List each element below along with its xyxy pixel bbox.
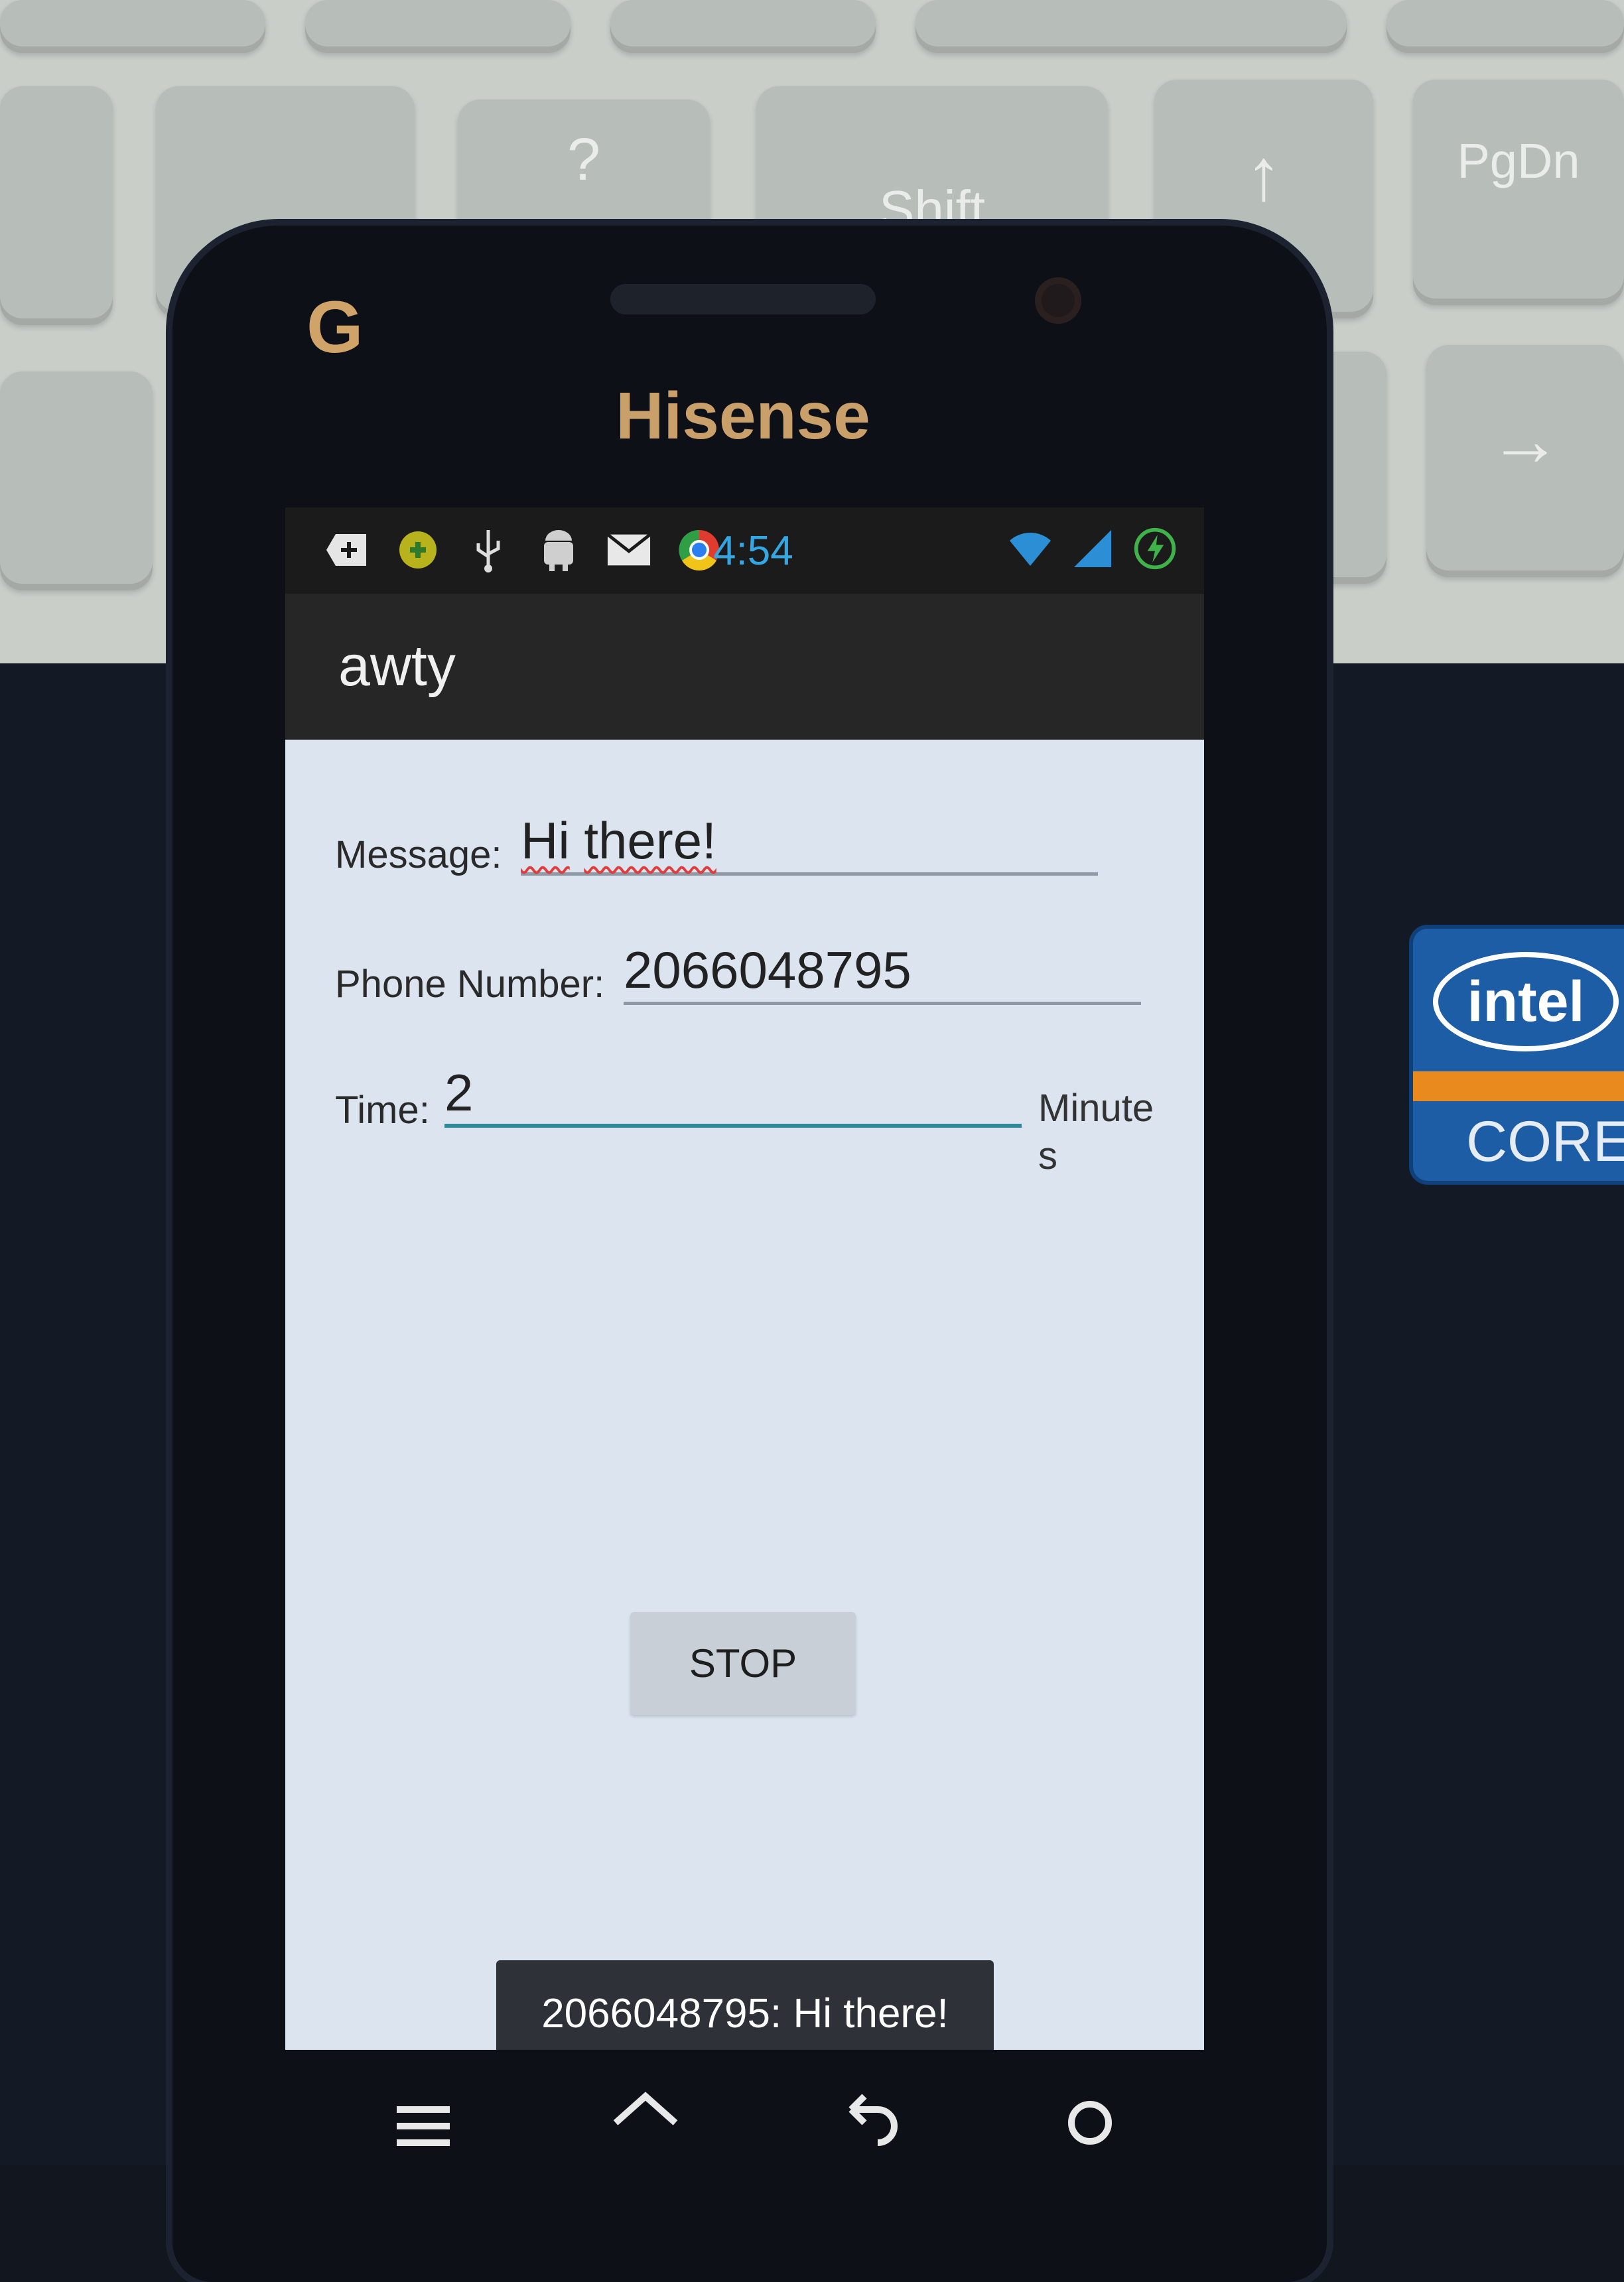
status-bar: 4:54: [285, 507, 1204, 594]
back-icon[interactable]: [831, 2083, 904, 2156]
carrier-logo: G: [306, 287, 364, 368]
front-camera: [1035, 277, 1081, 324]
message-word: there!: [584, 811, 716, 870]
keyboard-key: [915, 0, 1347, 53]
phone-brand: Hisense: [616, 379, 870, 453]
keyboard-key: [1387, 0, 1624, 53]
email-icon: [606, 527, 651, 572]
keyboard-key: [305, 0, 571, 53]
notification-icons: [325, 527, 722, 572]
keyboard-key-right: →: [1426, 345, 1624, 577]
toast-message: 2066048795: Hi there!: [496, 1960, 994, 2050]
badge-product: CORE: [1466, 1110, 1624, 1174]
phone-number-input[interactable]: 2066048795: [624, 932, 1141, 1005]
message-input[interactable]: Hi there!: [521, 803, 1098, 876]
navigation-buttons: [312, 2083, 1201, 2165]
home-icon[interactable]: [609, 2083, 682, 2156]
action-bar: awty: [285, 594, 1204, 740]
stop-button[interactable]: STOP: [630, 1612, 856, 1715]
system-icons: [1008, 526, 1178, 571]
battery-charging-icon: [1132, 526, 1178, 571]
time-label: Time:: [335, 1089, 430, 1132]
time-units-label: Minutes: [1038, 1087, 1154, 1177]
usb-icon: [466, 527, 511, 572]
signal-icon: [1070, 526, 1115, 571]
intel-logo: intel: [1433, 952, 1619, 1051]
wifi-icon: [1008, 526, 1053, 571]
app-notification-icon: [395, 527, 440, 572]
intel-badge: intel CORE: [1413, 929, 1624, 1181]
app-title: awty: [338, 634, 456, 698]
keyboard-key: [0, 0, 265, 53]
menu-icon[interactable]: [387, 2083, 460, 2156]
phone-number-label: Phone Number:: [335, 963, 605, 1006]
keyboard-key: [0, 86, 113, 325]
phone-earpiece: [610, 284, 876, 314]
android-debug-icon: [536, 527, 581, 572]
keyboard-key: [610, 0, 876, 53]
message-label: Message:: [335, 833, 502, 876]
add-notification-icon: [325, 527, 370, 572]
time-input[interactable]: 2: [444, 1055, 1022, 1128]
keyboard-key-pgdn: PgDn: [1413, 80, 1624, 305]
message-word: Hi: [521, 811, 570, 870]
search-icon[interactable]: [1053, 2083, 1126, 2156]
phone-screen: 4:54 awty Message: Hi there! Phone Numbe…: [285, 507, 1204, 2050]
status-clock: 4:54: [713, 528, 793, 574]
badge-stripe: [1413, 1071, 1624, 1101]
keyboard-key: [0, 371, 153, 590]
awty-form: Message: Hi there! Phone Number: 2066048…: [285, 740, 1204, 2050]
